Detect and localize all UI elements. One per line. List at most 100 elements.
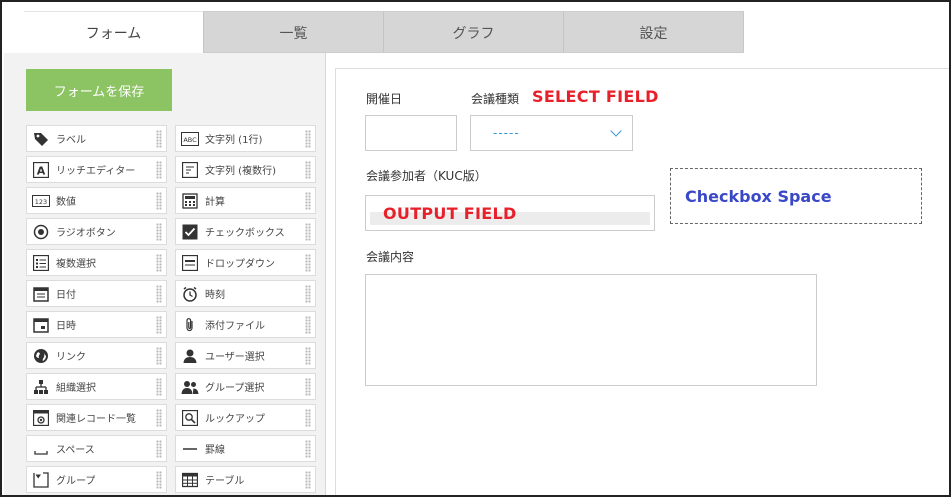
palette-item-multi-select[interactable]: 複数選択: [26, 249, 167, 276]
drag-handle[interactable]: [305, 378, 311, 396]
dropdown-icon: [181, 254, 199, 272]
palette-item-text: リンク: [56, 352, 86, 363]
palette-item-text: スペース: [56, 445, 95, 456]
drag-handle[interactable]: [305, 285, 311, 303]
drag-handle[interactable]: [156, 471, 162, 489]
palette-item-related-records[interactable]: 関連レコード一覧: [26, 404, 167, 431]
svg-text:123: 123: [35, 198, 47, 206]
tab-graph[interactable]: グラフ: [384, 11, 564, 53]
select-value: -----: [493, 126, 520, 140]
palette-item-border-line[interactable]: 罫線: [175, 435, 316, 462]
palette-item-text: チェックボックス: [205, 228, 285, 239]
palette-item-text: 時刻: [205, 290, 225, 301]
palette-item-group-field[interactable]: グループ: [26, 466, 167, 493]
palette-item-multi-line-text[interactable]: 文字列 (複数行): [175, 156, 316, 183]
tab-form[interactable]: フォーム: [24, 11, 204, 53]
radio-icon: [32, 223, 50, 241]
paperclip-icon: [181, 316, 199, 334]
space-icon: [32, 440, 50, 458]
drag-handle[interactable]: [305, 254, 311, 272]
palette-item-link[interactable]: リンク: [26, 342, 167, 369]
palette-item-number[interactable]: 123 数値: [26, 187, 167, 214]
save-form-button[interactable]: フォームを保存: [26, 69, 172, 111]
drag-handle[interactable]: [305, 161, 311, 179]
palette-item-text: グループ選択: [205, 383, 265, 394]
form-layout-canvas: 開催日 会議種類 SELECT FIELD ----- 会議参加者（KUC版） …: [335, 68, 949, 495]
globe-icon: [32, 347, 50, 365]
date-field-input[interactable]: [365, 115, 457, 151]
user-icon: [181, 347, 199, 365]
drag-handle[interactable]: [305, 409, 311, 427]
palette-item-text: 文字列 (1行): [205, 135, 263, 146]
palette-item-space[interactable]: スペース: [26, 435, 167, 462]
palette-item-text: ドロップダウン: [205, 259, 275, 270]
palette-item-text: ユーザー選択: [205, 352, 265, 363]
org-icon: [32, 378, 50, 396]
number-icon: 123: [32, 192, 50, 210]
palette-item-text: グループ: [56, 476, 96, 487]
palette-item-table[interactable]: テーブル: [175, 466, 316, 493]
lookup-icon: [181, 409, 199, 427]
meeting-content-textarea[interactable]: [365, 274, 817, 386]
palette-item-datetime[interactable]: 日時: [26, 311, 167, 338]
clock-icon: [181, 285, 199, 303]
palette-item-time[interactable]: 時刻: [175, 280, 316, 307]
palette-item-text: 添付ファイル: [205, 321, 265, 332]
field-palette: ラベル ABC 文字列 (1行) A リッチエディター 文字列 (複数行) 12…: [26, 125, 318, 495]
palette-item-text: 組織選択: [56, 383, 96, 394]
palette-item-text: 罫線: [205, 445, 225, 456]
palette-item-calculation[interactable]: 計算: [175, 187, 316, 214]
drag-handle[interactable]: [156, 409, 162, 427]
drag-handle[interactable]: [305, 130, 311, 148]
drag-handle[interactable]: [305, 223, 311, 241]
drag-handle[interactable]: [156, 378, 162, 396]
drag-handle[interactable]: [156, 223, 162, 241]
palette-item-attachment[interactable]: 添付ファイル: [175, 311, 316, 338]
palette-item-radio-button[interactable]: ラジオボタン: [26, 218, 167, 245]
drag-handle[interactable]: [156, 347, 162, 365]
drag-handle[interactable]: [156, 192, 162, 210]
palette-item-text: 計算: [205, 197, 225, 208]
palette-item-user-select[interactable]: ユーザー選択: [175, 342, 316, 369]
palette-item-text: 文字列 (複数行): [205, 166, 276, 177]
drag-handle[interactable]: [156, 130, 162, 148]
meeting-content-label: 会議内容: [366, 250, 415, 264]
calendar-icon: [32, 285, 50, 303]
palette-item-rich-editor[interactable]: A リッチエディター: [26, 156, 167, 183]
palette-item-org-select[interactable]: 組織選択: [26, 373, 167, 400]
checkbox-icon: [181, 223, 199, 241]
palette-item-text: リッチエディター: [56, 166, 136, 177]
drag-handle[interactable]: [305, 316, 311, 334]
palette-item-dropdown[interactable]: ドロップダウン: [175, 249, 316, 276]
drag-handle[interactable]: [156, 161, 162, 179]
drag-handle[interactable]: [305, 440, 311, 458]
tab-settings[interactable]: 設定: [564, 11, 744, 53]
palette-item-label[interactable]: ラベル: [26, 125, 167, 152]
drag-handle[interactable]: [305, 192, 311, 210]
meeting-type-select[interactable]: -----: [470, 115, 633, 151]
checkbox-space-placeholder[interactable]: Checkbox Space: [670, 168, 922, 224]
palette-item-single-line-text[interactable]: ABC 文字列 (1行): [175, 125, 316, 152]
palette-item-lookup[interactable]: ルックアップ: [175, 404, 316, 431]
palette-item-group-select[interactable]: グループ選択: [175, 373, 316, 400]
tab-list[interactable]: 一覧: [204, 11, 384, 53]
palette-item-text: ルックアップ: [205, 414, 265, 425]
drag-handle[interactable]: [305, 471, 311, 489]
drag-handle[interactable]: [305, 347, 311, 365]
field-palette-panel: フォームを保存 ラベル ABC 文字列 (1行) A リッチエディター 文字列 …: [4, 53, 326, 495]
drag-handle[interactable]: [156, 285, 162, 303]
palette-item-checkbox[interactable]: チェックボックス: [175, 218, 316, 245]
palette-item-text: 複数選択: [56, 259, 96, 270]
palette-item-text: 日時: [56, 321, 76, 332]
palette-item-date[interactable]: 日付: [26, 280, 167, 307]
related-records-icon: [32, 409, 50, 427]
drag-handle[interactable]: [156, 254, 162, 272]
palette-item-text: 日付: [56, 290, 76, 301]
table-icon: [181, 471, 199, 489]
multi-select-icon: [32, 254, 50, 272]
abc-icon: ABC: [181, 130, 199, 148]
checkbox-space-text: Checkbox Space: [685, 186, 832, 206]
drag-handle[interactable]: [156, 440, 162, 458]
drag-handle[interactable]: [156, 316, 162, 334]
svg-text:ABC: ABC: [183, 136, 197, 144]
